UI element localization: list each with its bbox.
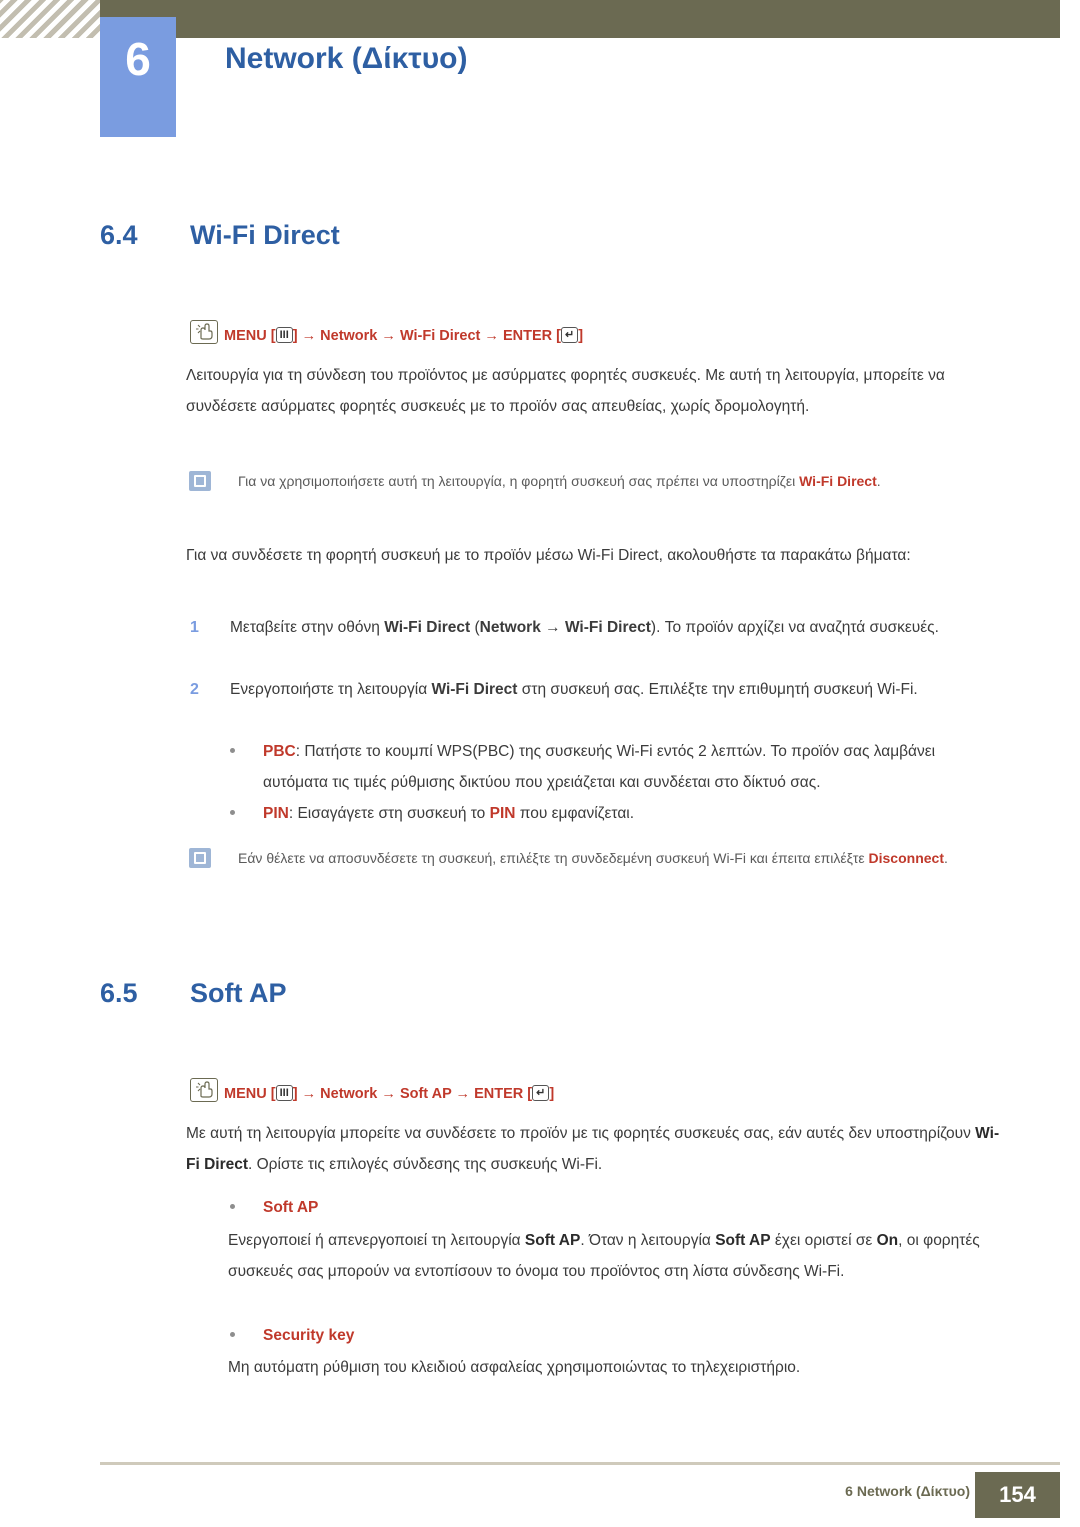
hand-press-icon <box>190 1078 218 1102</box>
bullet-pin: PIN: Εισαγάγετε στη συσκευή το PIN που ε… <box>230 798 990 829</box>
enter-key-icon: ↵ <box>532 1085 550 1102</box>
bullet-marker <box>230 1332 235 1337</box>
bullet-pbc: PBC: Πατήστε το κουμπί WPS(PBC) της συσκ… <box>230 736 990 798</box>
note-disconnect: Εάν θέλετε να αποσυνδέσετε τη συσκευή, ε… <box>189 845 990 871</box>
note-text-1: Για να χρησιμοποιήσετε αυτή τη λειτουργί… <box>238 473 800 489</box>
bullet-pin-text-c: που εμφανίζεται. <box>515 805 635 822</box>
step-1-bold-wifi-direct: Wi-Fi Direct <box>384 619 471 636</box>
enter-label: ENTER <box>474 1086 524 1102</box>
path-arrow-2: → <box>381 328 396 344</box>
soft-ap-desc-a: Ενεργοποιεί ή απενεργοποιεί τη λειτουργί… <box>228 1232 525 1249</box>
note-text-2: Εάν θέλετε να αποσυνδέσετε τη συσκευή, ε… <box>238 850 869 866</box>
note-icon <box>189 471 211 491</box>
paragraph-security-key-desc: Μη αυτόματη ρύθμιση του κλειδιού ασφαλεί… <box>228 1359 801 1376</box>
menu-key-icon: III <box>275 327 293 344</box>
section-title-soft-ap: Soft AP <box>190 978 287 1008</box>
path-arrow-3: → <box>484 328 499 344</box>
note-wifi-direct-support: Για να χρησιμοποιήσετε αυτή τη λειτουργί… <box>189 468 990 494</box>
soft-ap-intro-c: . Ορίστε τις επιλογές σύνδεσης της συσκε… <box>248 1156 603 1173</box>
soft-ap-desc-bold-1: Soft AP <box>524 1232 581 1249</box>
soft-ap-desc-bold-on: On <box>876 1232 899 1249</box>
menu-key-icon: III <box>275 1085 293 1102</box>
enter-label: ENTER <box>502 328 553 344</box>
footer-chapter-text: 6 Network (Δίκτυο) <box>845 1483 970 1499</box>
bullet-marker <box>230 748 235 753</box>
menu-label: MENU <box>224 328 267 344</box>
note-highlight-wifi-direct: Wi-Fi Direct <box>799 473 877 489</box>
page-number-badge: 154 <box>975 1472 1060 1518</box>
note-highlight-disconnect: Disconnect <box>868 850 944 866</box>
step-2: 2 Ενεργοποιήστε τη λειτουργία Wi-Fi Dire… <box>190 674 990 705</box>
bullet-soft-ap-label: Soft AP <box>263 1199 319 1216</box>
step-1-text-g: ). Το προϊόν αρχίζει να αναζητά συσκευές… <box>650 619 939 636</box>
soft-ap-desc-e: έχει οριστεί σε <box>770 1232 877 1249</box>
bullet-security-key-label: Security key <box>263 1327 355 1344</box>
step-2-number: 2 <box>190 681 199 698</box>
step-1-text-c: ( <box>470 619 480 636</box>
chapter-title: Network (Δίκτυο) <box>225 42 468 75</box>
menu-item-soft-ap: Soft AP <box>399 1086 452 1102</box>
section-number-6-4: 6.4 <box>100 220 138 250</box>
menu-path-soft-ap: MENU [III] → Network → Soft AP → ENTER [… <box>190 1074 554 1102</box>
section-title-wifi-direct: Wi-Fi Direct <box>190 220 340 250</box>
step-2-text-c: στη συσκευή σας. Επιλέξτε την επιθυμητή … <box>517 681 918 698</box>
header-hatch-decoration <box>0 0 100 38</box>
step-1-bold-network: Network <box>479 619 541 636</box>
note-icon <box>189 848 211 868</box>
step-2-bold-wifi-direct: Wi-Fi Direct <box>431 681 518 698</box>
step-1-text-a: Μεταβείτε στην οθόνη <box>230 619 385 636</box>
path-arrow-1: → <box>301 328 317 344</box>
header-olive-band <box>170 0 1060 38</box>
bullet-marker <box>230 1204 235 1209</box>
step-1-number: 1 <box>190 619 199 636</box>
paragraph-wifi-direct-intro: Λειτουργία για τη σύνδεση του προϊόντος … <box>186 367 945 415</box>
bullet-pin-highlight: PIN <box>489 805 516 822</box>
step-1-bold-wifi-direct-2: Wi-Fi Direct <box>564 619 651 636</box>
menu-label: MENU <box>224 1086 267 1102</box>
menu-item-wifi-direct: Wi-Fi Direct <box>399 328 481 344</box>
soft-ap-desc-c: . Όταν η λειτουργία <box>580 1232 716 1249</box>
path-arrow-3: → <box>455 1086 471 1102</box>
bullet-pbc-text: : Πατήστε το κουμπί WPS(PBC) της συσκευή… <box>263 743 936 791</box>
bullet-soft-ap: Soft AP <box>230 1192 990 1223</box>
step-1-arrow: → <box>540 619 565 636</box>
paragraph-soft-ap-desc: Ενεργοποιεί ή απενεργοποιεί τη λειτουργί… <box>228 1225 1003 1287</box>
bullet-pbc-label: PBC <box>263 743 296 760</box>
section-number-6-5: 6.5 <box>100 978 138 1008</box>
step-1: 1 Μεταβείτε στην οθόνη Wi-Fi Direct (Net… <box>190 612 990 643</box>
soft-ap-desc-bold-2: Soft AP <box>715 1232 771 1249</box>
path-arrow-2: → <box>381 1086 396 1102</box>
enter-key-icon: ↵ <box>560 327 579 344</box>
bullet-marker <box>230 810 235 815</box>
paragraph-soft-ap-intro: Με αυτή τη λειτουργία μπορείτε να συνδέσ… <box>186 1118 1001 1180</box>
menu-item-network: Network <box>320 328 378 344</box>
menu-path-wifi-direct: MENU [III] → Network → Wi-Fi Direct → EN… <box>190 316 583 344</box>
note-text-1-end: . <box>876 473 881 489</box>
note-text-2-end: . <box>943 850 948 866</box>
hand-press-icon <box>190 320 218 344</box>
step-2-text-a: Ενεργοποιήστε τη λειτουργία <box>230 681 432 698</box>
footer-divider <box>100 1462 1060 1465</box>
bullet-security-key: Security key <box>230 1320 990 1351</box>
soft-ap-intro-a: Με αυτή τη λειτουργία μπορείτε να συνδέσ… <box>186 1125 976 1142</box>
chapter-number-badge: 6 <box>100 17 176 137</box>
paragraph-connect-steps-intro: Για να συνδέσετε τη φορητή συσκευή με το… <box>186 547 911 564</box>
path-arrow-1: → <box>301 1086 317 1102</box>
menu-item-network: Network <box>320 1086 378 1102</box>
bullet-pin-label: PIN <box>263 805 289 822</box>
bullet-pin-text-a: : Εισαγάγετε στη συσκευή το <box>288 805 490 822</box>
